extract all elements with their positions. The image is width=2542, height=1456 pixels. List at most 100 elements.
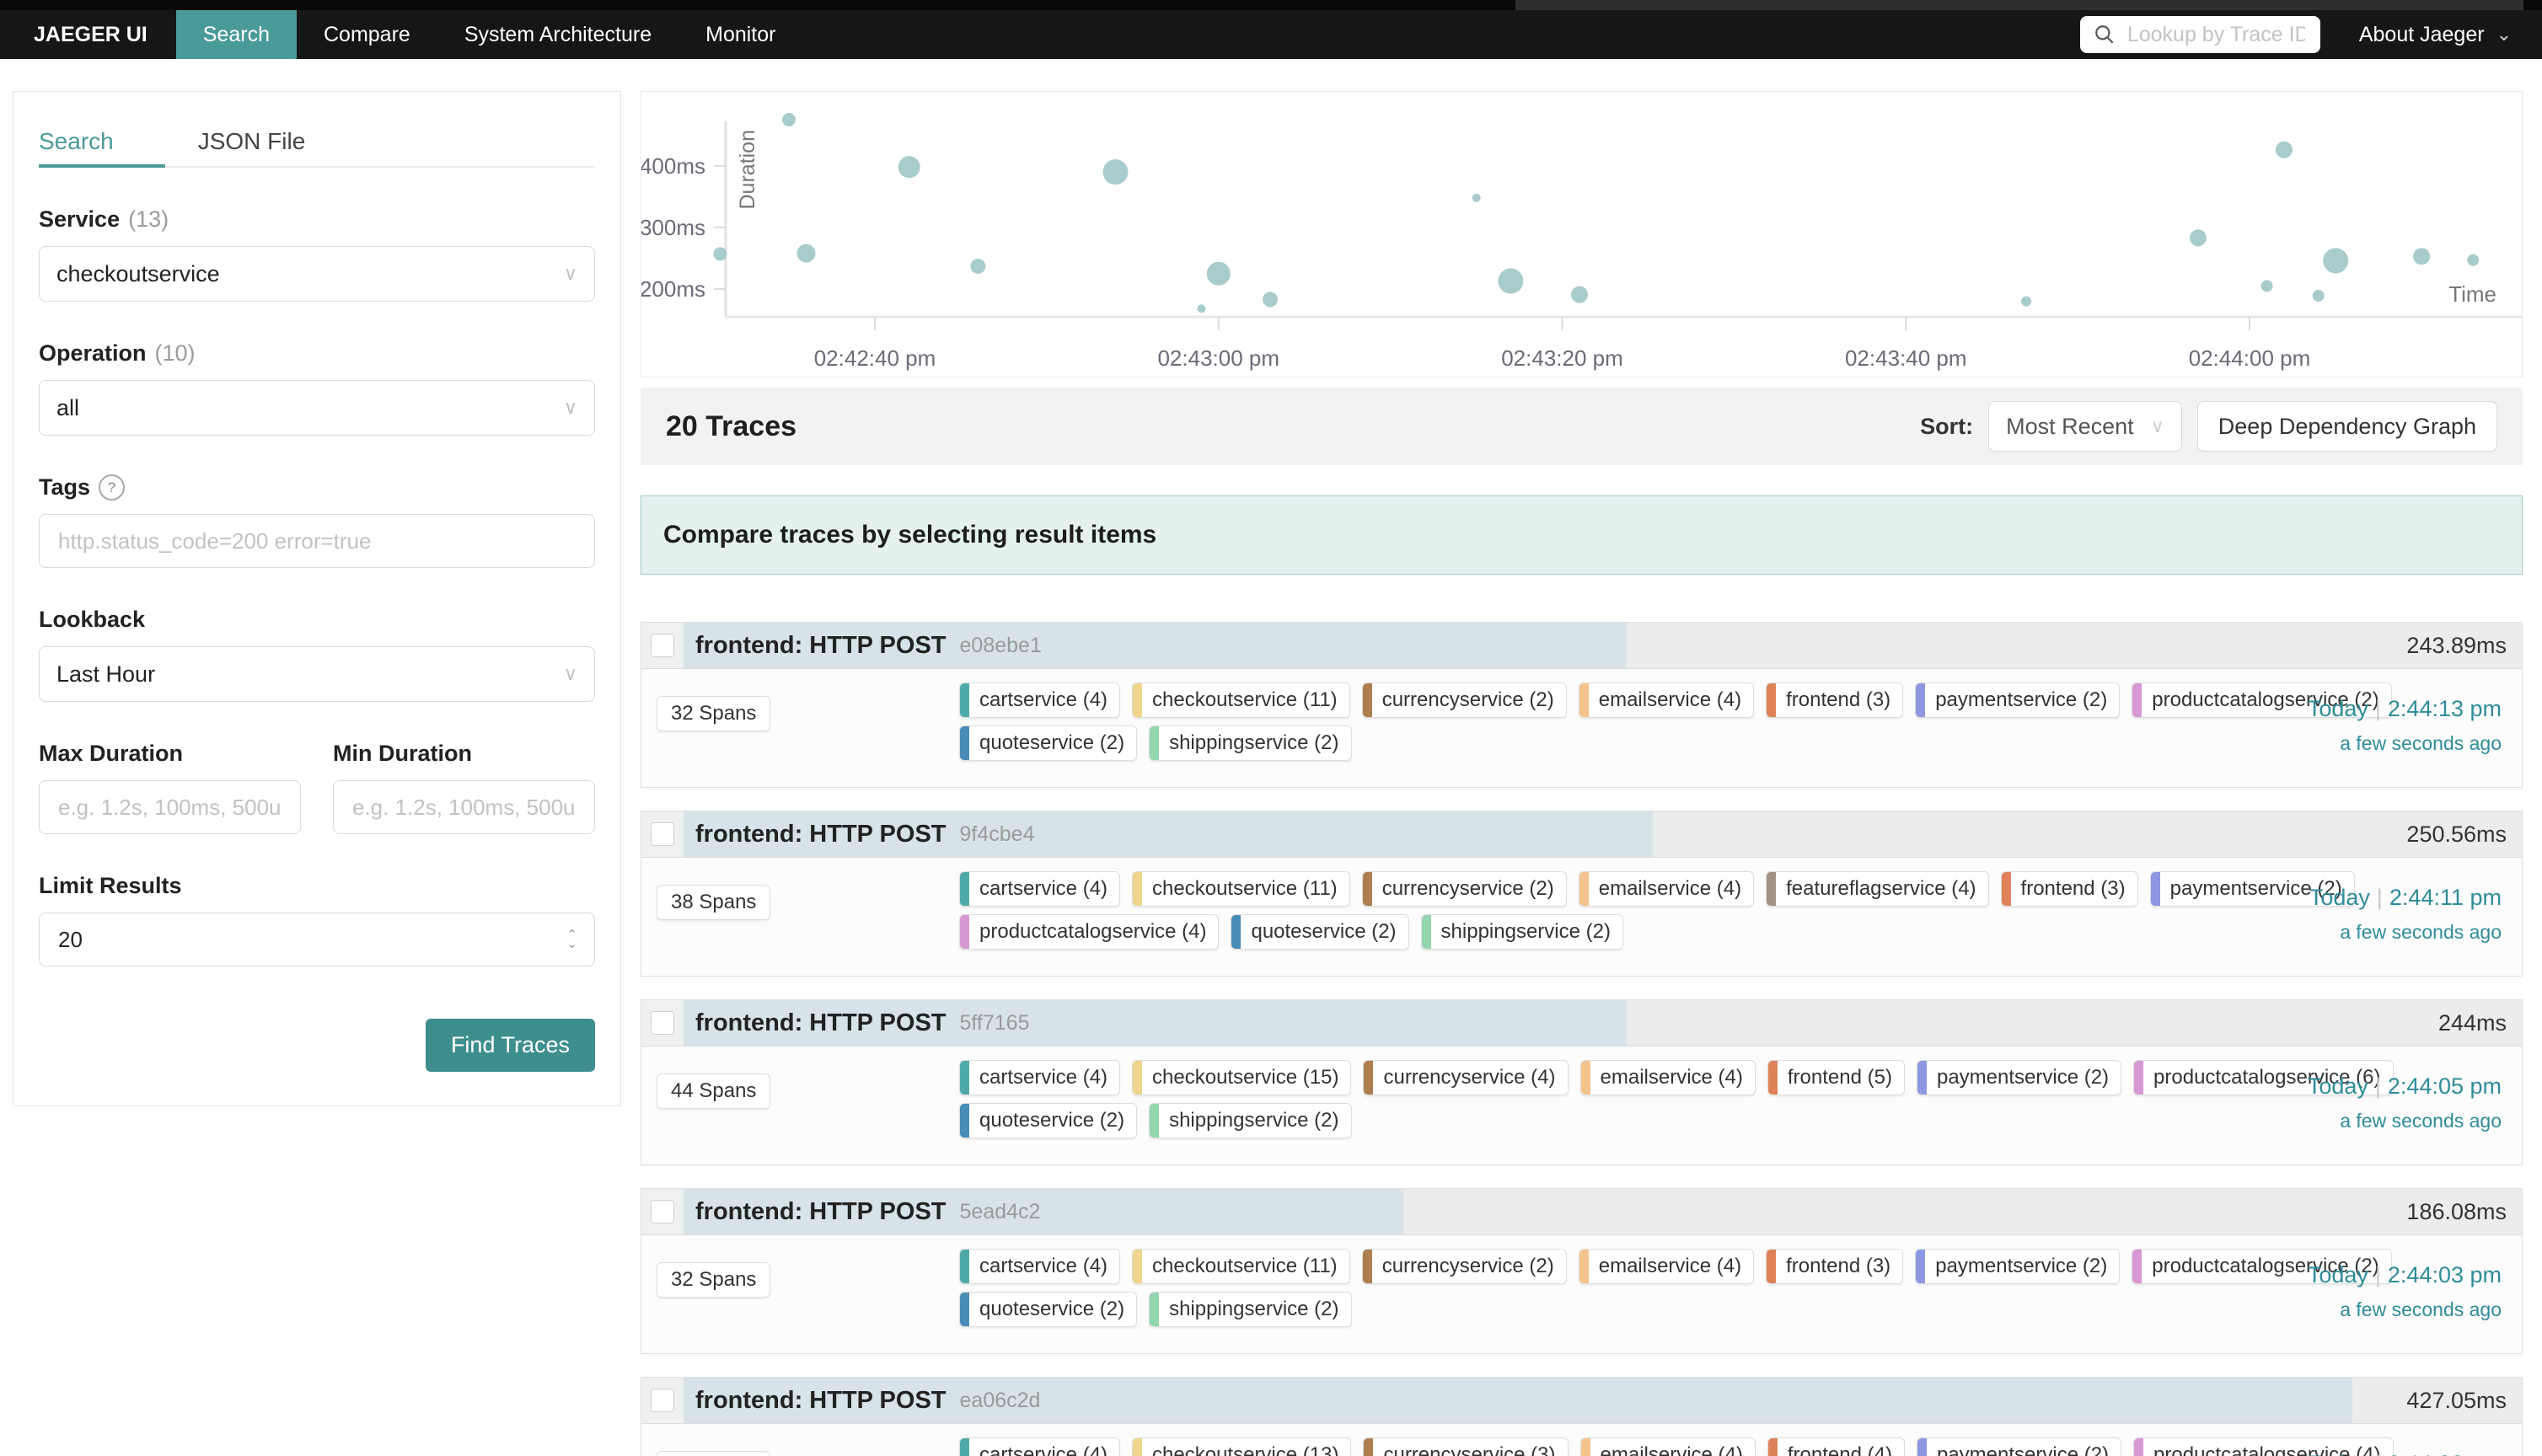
nav-tab-system-architecture[interactable]: System Architecture [437, 10, 678, 59]
trace-title[interactable]: frontend: HTTP POST [695, 1009, 947, 1037]
tab-json-file[interactable]: JSON File [198, 128, 306, 155]
trace-title[interactable]: frontend: HTTP POST [695, 821, 947, 848]
trace-day-link[interactable]: Today [2308, 1073, 2368, 1099]
trace-scatter-point[interactable] [2261, 280, 2273, 292]
trace-scatter-point[interactable] [713, 247, 727, 260]
service-chip-quoteservice[interactable]: quoteservice (2) [959, 1103, 1137, 1138]
service-chip-checkoutservice[interactable]: checkoutservice (11) [1132, 682, 1350, 718]
service-chip-frontend[interactable]: frontend (3) [1766, 682, 1903, 718]
service-chip-frontend[interactable]: frontend (3) [1766, 1249, 1903, 1284]
trace-card-header[interactable]: frontend: HTTP POST9f4cbe4250.56ms [641, 811, 2522, 858]
service-chip-paymentservice[interactable]: paymentservice (2) [1917, 1437, 2121, 1456]
stepper-down-icon[interactable]: ⌄ [566, 939, 577, 949]
limit-results-input[interactable] [56, 926, 566, 954]
service-chip-emailservice[interactable]: emailservice (4) [1579, 682, 1754, 718]
nav-tab-search[interactable]: Search [176, 10, 297, 59]
trace-lookup-input[interactable] [2126, 22, 2307, 48]
sort-select[interactable]: Most Recent ∨ [1988, 401, 2182, 452]
nav-tab-monitor[interactable]: Monitor [678, 10, 802, 59]
service-chip-shippingservice[interactable]: shippingservice (2) [1149, 725, 1351, 761]
trace-time-link[interactable]: 2:44:03 pm [2388, 1262, 2502, 1287]
service-chip-cartservice[interactable]: cartservice (4) [959, 1437, 1120, 1456]
trace-scatter-point[interactable] [2276, 142, 2293, 158]
service-chip-featureflagservice[interactable]: featureflagservice (4) [1766, 871, 1988, 907]
trace-scatter-point[interactable] [1571, 286, 1588, 303]
service-chip-cartservice[interactable]: cartservice (4) [959, 1060, 1120, 1095]
service-chip-cartservice[interactable]: cartservice (4) [959, 682, 1120, 718]
trace-card-header[interactable]: frontend: HTTP POSTe08ebe1243.89ms [641, 623, 2522, 669]
trace-day-link[interactable]: Today [2308, 1451, 2368, 1456]
trace-select-checkbox[interactable] [651, 1389, 674, 1412]
trace-day-link[interactable]: Today [2308, 696, 2368, 721]
min-duration-input[interactable] [351, 794, 577, 822]
trace-scatter-point[interactable] [1197, 304, 1205, 313]
jaeger-logo[interactable]: JAEGER UI [0, 10, 176, 59]
service-chip-currencyservice[interactable]: currencyservice (2) [1362, 871, 1567, 907]
trace-scatter-point[interactable] [2190, 229, 2207, 246]
service-chip-frontend[interactable]: frontend (4) [1767, 1437, 1905, 1456]
trace-scatter-point[interactable] [1207, 262, 1231, 286]
service-chip-cartservice[interactable]: cartservice (4) [959, 871, 1120, 907]
trace-card-header[interactable]: frontend: HTTP POSTea06c2d427.05ms [641, 1378, 2522, 1424]
trace-scatter-point[interactable] [970, 259, 985, 274]
tab-search[interactable]: Search [39, 128, 114, 155]
trace-scatter-point[interactable] [1102, 159, 1128, 185]
trace-time-link[interactable]: 2:44:11 pm [2389, 885, 2502, 910]
trace-scatter-point[interactable] [796, 244, 815, 263]
service-chip-currencyservice[interactable]: currencyservice (3) [1363, 1437, 1568, 1456]
service-chip-quoteservice[interactable]: quoteservice (2) [1231, 914, 1408, 950]
service-chip-quoteservice[interactable]: quoteservice (2) [959, 1292, 1137, 1327]
trace-card-header[interactable]: frontend: HTTP POST5ead4c2186.08ms [641, 1189, 2522, 1235]
trace-scatter-point[interactable] [1263, 292, 1278, 307]
trace-title[interactable]: frontend: HTTP POST [695, 632, 947, 660]
trace-select-checkbox[interactable] [651, 822, 674, 846]
trace-scatter-point[interactable] [2323, 248, 2348, 273]
trace-scatter-point[interactable] [2413, 248, 2430, 265]
service-chip-checkoutservice[interactable]: checkoutservice (15) [1132, 1060, 1351, 1095]
service-chip-frontend[interactable]: frontend (5) [1767, 1060, 1905, 1095]
service-chip-productcatalogservice[interactable]: productcatalogservice (4) [959, 914, 1219, 950]
service-chip-shippingservice[interactable]: shippingservice (2) [1149, 1103, 1351, 1138]
number-stepper[interactable]: ⌃⌄ [566, 930, 577, 949]
service-chip-currencyservice[interactable]: currencyservice (2) [1362, 1249, 1567, 1284]
service-chip-emailservice[interactable]: emailservice (4) [1579, 1249, 1754, 1284]
operation-select[interactable]: all ∨ [39, 380, 595, 436]
service-chip-paymentservice[interactable]: paymentservice (2) [1917, 1060, 2121, 1095]
trace-scatter-point[interactable] [2313, 290, 2325, 302]
service-chip-shippingservice[interactable]: shippingservice (2) [1421, 914, 1623, 950]
service-chip-checkoutservice[interactable]: checkoutservice (13) [1132, 1437, 1351, 1456]
service-chip-currencyservice[interactable]: currencyservice (4) [1363, 1060, 1568, 1095]
trace-day-link[interactable]: Today [2309, 885, 2370, 910]
tags-input[interactable] [56, 527, 577, 555]
trace-scatter-point[interactable] [2021, 297, 2031, 307]
trace-lookup-box[interactable] [2080, 16, 2320, 53]
trace-time-link[interactable]: 2:44:02 pm [2388, 1451, 2502, 1456]
service-chip-checkoutservice[interactable]: checkoutservice (11) [1132, 871, 1350, 907]
service-chip-paymentservice[interactable]: paymentservice (2) [1915, 682, 2120, 718]
trace-scatter-point[interactable] [1498, 268, 1523, 293]
trace-time-link[interactable]: 2:44:13 pm [2388, 696, 2502, 721]
service-chip-shippingservice[interactable]: shippingservice (2) [1149, 1292, 1351, 1327]
service-chip-frontend[interactable]: frontend (3) [2001, 871, 2138, 907]
trace-scatter-point[interactable] [2467, 254, 2479, 266]
trace-select-checkbox[interactable] [651, 1200, 674, 1223]
trace-time-link[interactable]: 2:44:05 pm [2388, 1073, 2502, 1099]
trace-card-header[interactable]: frontend: HTTP POST5ff7165244ms [641, 1000, 2522, 1046]
service-chip-cartservice[interactable]: cartservice (4) [959, 1249, 1120, 1284]
trace-scatter-point[interactable] [1472, 194, 1481, 202]
trace-title[interactable]: frontend: HTTP POST [695, 1198, 947, 1226]
about-jaeger-menu[interactable]: About Jaeger ⌄ [2359, 10, 2512, 59]
service-chip-emailservice[interactable]: emailservice (4) [1580, 1437, 1756, 1456]
service-chip-quoteservice[interactable]: quoteservice (2) [959, 725, 1137, 761]
trace-scatter-point[interactable] [898, 156, 920, 178]
deep-dependency-graph-button[interactable]: Deep Dependency Graph [2197, 401, 2497, 452]
find-traces-button[interactable]: Find Traces [426, 1019, 595, 1072]
help-icon[interactable]: ? [99, 474, 125, 500]
service-select[interactable]: checkoutservice ∨ [39, 246, 595, 302]
lookback-select[interactable]: Last Hour ∨ [39, 646, 595, 702]
nav-tab-compare[interactable]: Compare [297, 10, 437, 59]
service-chip-currencyservice[interactable]: currencyservice (2) [1362, 682, 1567, 718]
max-duration-input[interactable] [56, 794, 283, 822]
service-chip-checkoutservice[interactable]: checkoutservice (11) [1132, 1249, 1350, 1284]
trace-select-checkbox[interactable] [651, 1011, 674, 1035]
